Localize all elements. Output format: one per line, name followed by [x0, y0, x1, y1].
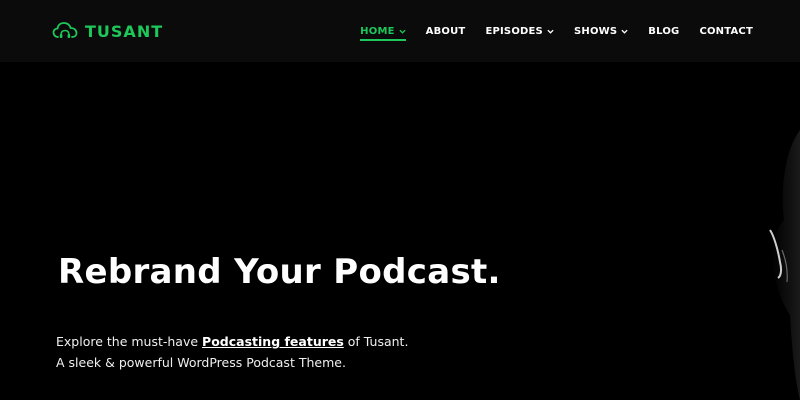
podcasting-features-link[interactable]: Podcasting features	[202, 334, 344, 349]
nav-item-label: ABOUT	[425, 25, 466, 37]
nav-item-home[interactable]: HOME	[360, 22, 407, 41]
top-navigation-bar: TUSANT HOME ABOUT EPISODES SHOWS BLOG CO…	[0, 0, 800, 62]
hero-line-2: A sleek & powerful WordPress Podcast The…	[56, 355, 346, 370]
nav-item-shows[interactable]: SHOWS	[574, 22, 628, 40]
microphone-silhouette-image	[769, 130, 800, 400]
chevron-down-icon	[399, 29, 406, 34]
nav-item-label: EPISODES	[485, 25, 543, 37]
nav-item-contact[interactable]: CONTACT	[699, 22, 753, 40]
nav-item-label: SHOWS	[573, 25, 618, 37]
hero-line-1: Explore the must-have Podcasting feature…	[56, 331, 408, 352]
nav-item-episodes[interactable]: EPISODES	[485, 22, 554, 40]
chevron-down-icon	[621, 29, 628, 34]
hero-description: Explore the must-have Podcasting feature…	[56, 331, 408, 373]
hero-line-1-prefix: Explore the must-have	[56, 334, 203, 349]
brand-name: TUSANT	[85, 21, 164, 41]
chevron-down-icon	[547, 29, 554, 34]
cloud-headphones-icon	[52, 22, 78, 38]
nav-item-label: HOME	[360, 25, 395, 37]
nav-item-label: BLOG	[648, 25, 680, 37]
main-menu: HOME ABOUT EPISODES SHOWS BLOG CONTACT	[360, 22, 753, 41]
nav-item-about[interactable]: ABOUT	[426, 22, 466, 40]
nav-item-label: CONTACT	[699, 25, 753, 37]
site-logo[interactable]: TUSANT	[52, 18, 163, 44]
nav-item-blog[interactable]: BLOG	[648, 22, 679, 40]
hero-title: Rebrand Your Podcast.	[58, 252, 501, 292]
hero-line-1-suffix: of Tusant.	[343, 334, 409, 349]
